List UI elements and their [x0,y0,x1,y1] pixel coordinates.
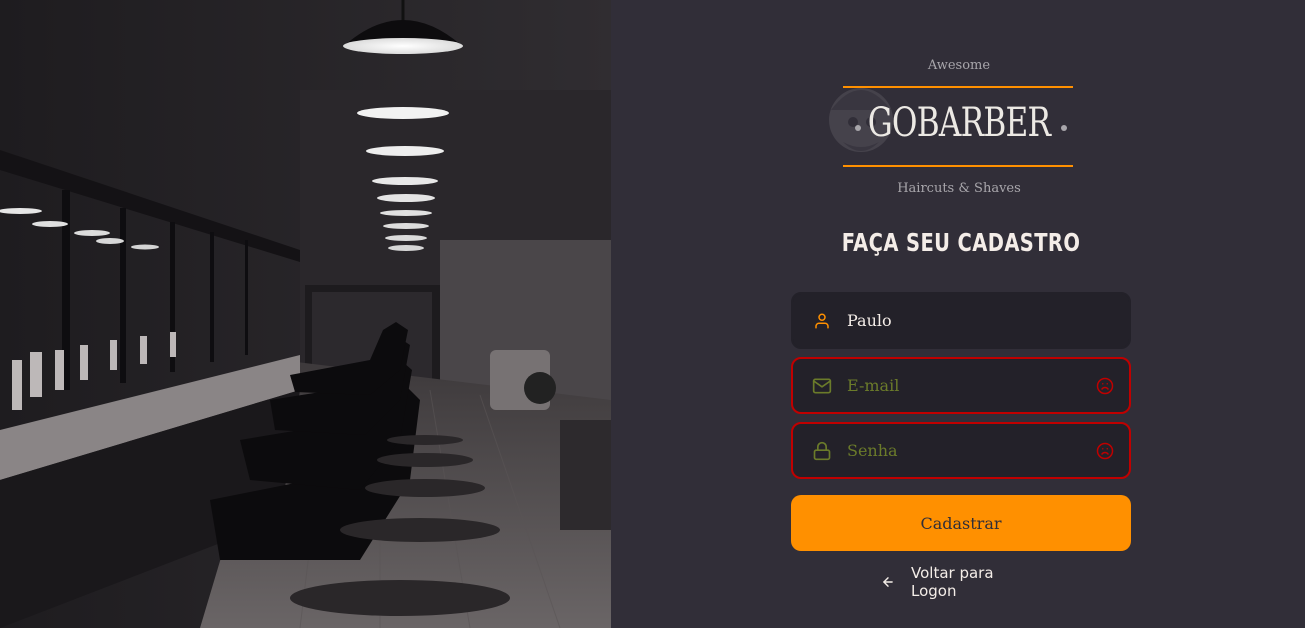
logo-tagline-bottom: Haircuts & Shaves [897,181,1021,196]
frown-icon[interactable] [1095,441,1115,461]
frown-icon[interactable] [1095,376,1115,396]
back-link-label: Voltar para Logon [911,564,994,600]
logo-tagline-top: Awesome [927,58,991,73]
logo-dot [1061,125,1067,131]
gobarber-logo: Awesome GOBARBER Haircuts & Shaves [821,56,1097,198]
password-field[interactable] [791,422,1131,479]
logo-divider [843,86,1073,88]
name-field-value: Paulo [847,311,892,330]
logo-brand-name: GOBARBER [867,100,1051,146]
password-input[interactable] [847,441,1095,460]
barbershop-background-image [0,0,611,628]
signup-button[interactable]: Cadastrar [791,495,1131,551]
email-input[interactable] [847,376,1095,395]
logo-divider [843,165,1073,167]
user-icon [811,310,833,332]
name-field[interactable]: Paulo [791,292,1131,349]
signup-panel: Awesome GOBARBER Haircuts & Shaves FAÇA … [611,0,1305,628]
email-field[interactable] [791,357,1131,414]
mail-icon [811,375,833,397]
arrow-left-icon [881,575,895,589]
back-to-logon-link[interactable]: Voltar para Logon [881,564,1041,600]
lock-icon [811,440,833,462]
form-title: FAÇA SEU CADASTRO [841,228,1081,257]
